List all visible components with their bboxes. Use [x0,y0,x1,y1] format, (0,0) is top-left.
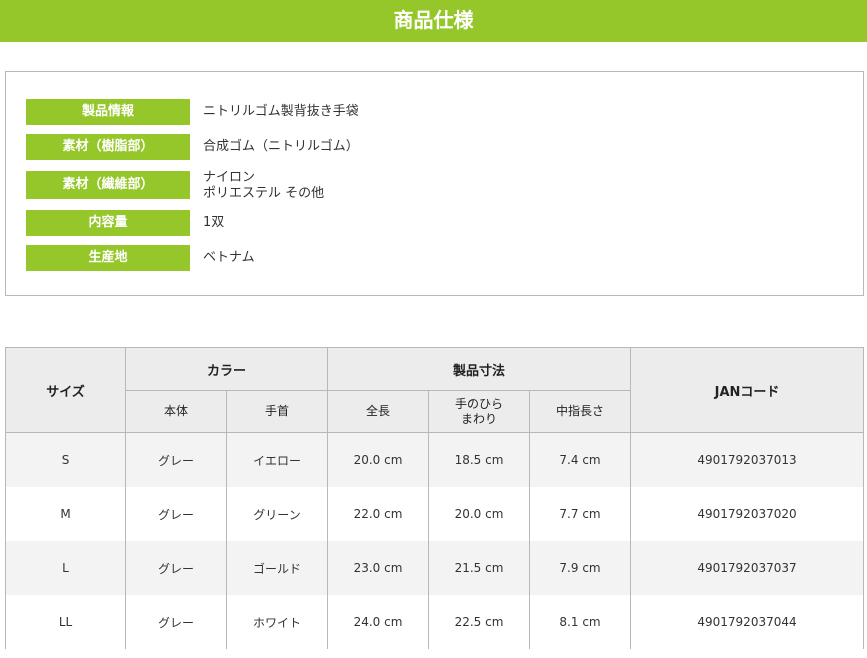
header-length: 全長 [327,390,430,433]
header-dimensions: 製品寸法 [327,347,632,391]
cell-palm: 20.0 cm [428,487,531,541]
cell-cuff-color: イエロー [225,432,329,487]
info-label: 素材（樹脂部） [26,134,190,160]
cell-middle-finger: 7.4 cm [529,432,632,487]
cell-cuff-color: グリーン [225,487,329,541]
cell-length: 23.0 cm [327,541,430,595]
cell-jan: 4901792037020 [630,487,865,541]
header-color: カラー [124,347,329,391]
cell-palm: 21.5 cm [428,541,531,595]
cell-palm: 22.5 cm [428,595,531,649]
cell-middle-finger: 7.9 cm [529,541,632,595]
page-title: 商品仕様 [0,0,867,42]
cell-length: 20.0 cm [327,432,430,487]
cell-length: 22.0 cm [327,487,430,541]
header-palm: 手のひら まわり [428,390,531,433]
table-row: L グレー ゴールド 23.0 cm 21.5 cm 7.9 cm 490179… [5,541,865,595]
header-cuff-color: 手首 [225,390,329,433]
info-value: ベトナム [203,250,255,265]
cell-body-color: グレー [125,487,227,541]
info-label: 内容量 [26,210,190,236]
table-row: M グレー グリーン 22.0 cm 20.0 cm 7.7 cm 490179… [5,487,865,541]
info-label: 製品情報 [26,99,190,125]
size-spec-table: サイズ カラー 製品寸法 JANコード 本体 手首 全長 手のひら まわり 中指… [5,347,865,649]
table-row: S グレー イエロー 20.0 cm 18.5 cm 7.4 cm 490179… [5,432,865,487]
cell-body-color: グレー [125,595,227,649]
cell-jan: 4901792037044 [630,595,865,649]
cell-middle-finger: 8.1 cm [529,595,632,649]
header-middle-finger: 中指長さ [529,390,632,433]
info-value: 1双 [203,215,225,230]
header-body-color: 本体 [125,390,227,433]
cell-jan: 4901792037013 [630,432,865,487]
cell-size: M [5,487,126,541]
header-jan: JANコード [630,347,865,433]
cell-body-color: グレー [125,432,227,487]
cell-size: L [5,541,126,595]
cell-size: LL [5,595,126,649]
cell-middle-finger: 7.7 cm [529,487,632,541]
info-label: 素材（繊維部） [26,171,190,199]
cell-size: S [5,432,126,487]
cell-palm: 18.5 cm [428,432,531,487]
info-value: ニトリルゴム製背抜き手袋 [203,104,359,119]
table-header-row: サイズ カラー 製品寸法 JANコード [5,347,865,433]
info-label: 生産地 [26,245,190,271]
cell-length: 24.0 cm [327,595,430,649]
cell-cuff-color: ホワイト [225,595,329,649]
cell-body-color: グレー [125,541,227,595]
cell-jan: 4901792037037 [630,541,865,595]
header-size: サイズ [5,347,126,433]
info-value: ナイロン ポリエステル その他 [203,170,325,201]
table-row: LL グレー ホワイト 24.0 cm 22.5 cm 8.1 cm 49017… [5,595,865,649]
info-value: 合成ゴム（ニトリルゴム） [203,139,359,154]
cell-cuff-color: ゴールド [225,541,329,595]
product-info-box: 製品情報 ニトリルゴム製背抜き手袋 素材（樹脂部） 合成ゴム（ニトリルゴム） 素… [5,71,864,296]
